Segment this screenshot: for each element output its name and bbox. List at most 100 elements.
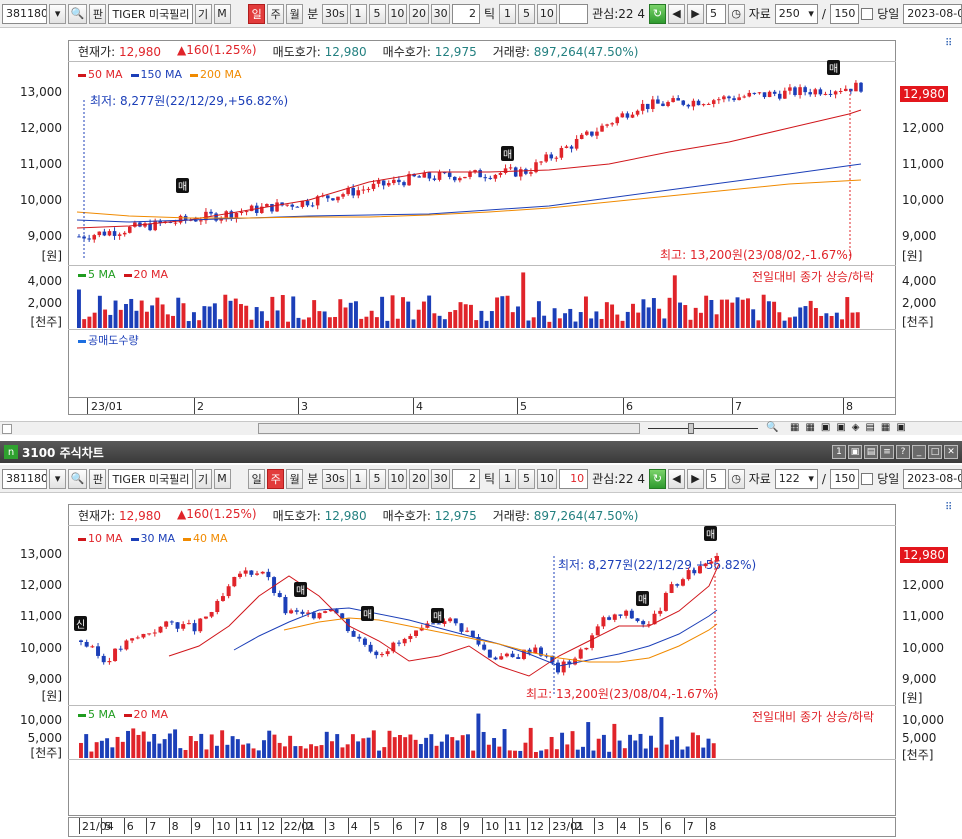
x-tick-label: 6 xyxy=(664,820,672,833)
tick-1-button[interactable]: 1 xyxy=(499,468,517,489)
chart-tools-icons[interactable]: ▦▦▣▣◈▤▦▣ xyxy=(790,422,912,433)
jump-input[interactable]: 5 xyxy=(706,468,726,489)
scroll-thumb[interactable] xyxy=(258,423,640,434)
m-button[interactable]: M xyxy=(213,468,231,489)
zoom-icon[interactable]: 🔍 xyxy=(766,422,778,433)
bottom-price-chart xyxy=(79,552,720,696)
zoom-slider-handle[interactable] xyxy=(688,423,694,434)
clock-icon[interactable]: ◷ xyxy=(727,468,745,489)
jump-input[interactable]: 5 xyxy=(706,3,726,24)
search-icon[interactable]: 🔍 xyxy=(68,468,88,489)
minute-20-button[interactable]: 20 xyxy=(409,468,429,489)
refresh-icon[interactable]: ↻ xyxy=(649,3,666,24)
chart-scrollbar[interactable]: 🔍 ▦▦▣▣◈▤▦▣ xyxy=(0,421,962,435)
period-day-button[interactable]: 일 xyxy=(248,468,266,489)
minute-1-button[interactable]: 1 xyxy=(349,3,367,24)
period-day-button[interactable]: 일 xyxy=(248,3,266,24)
volume-bar xyxy=(199,733,204,758)
candle xyxy=(709,561,714,564)
print-icon[interactable]: ▤ xyxy=(864,445,878,459)
volume-bar xyxy=(669,739,674,758)
tick-input[interactable]: 2 xyxy=(452,3,480,24)
candle xyxy=(539,161,543,163)
minute-30s-button[interactable]: 30s xyxy=(322,3,348,24)
volume-bar xyxy=(735,297,740,328)
maximize-icon[interactable]: □ xyxy=(928,445,942,459)
candle xyxy=(612,614,617,620)
gi-button[interactable]: 기 xyxy=(194,468,212,489)
tick-10-button[interactable]: 10 xyxy=(537,468,557,489)
volume-bar xyxy=(413,739,418,758)
candle xyxy=(107,661,112,663)
minute-30s-button[interactable]: 30s xyxy=(322,468,348,489)
stock-code-field[interactable]: 381180 xyxy=(2,3,48,24)
app-icon: n xyxy=(4,445,18,459)
chart-window-titlebar[interactable]: n 3100 주식차트 1 ▣ ▤ ≡ ? _ □ ✕ xyxy=(0,441,962,463)
refresh-icon[interactable]: ↻ xyxy=(649,468,666,489)
settings-icon[interactable]: ⠿ xyxy=(945,502,952,513)
date-field[interactable]: 2023-08-0 xyxy=(903,3,962,24)
minute-10-button[interactable]: 10 xyxy=(387,3,408,24)
volume-bar xyxy=(544,749,549,758)
tick-5-button[interactable]: 5 xyxy=(518,468,536,489)
fan-button[interactable]: 판 xyxy=(89,3,107,24)
link-icon[interactable]: 1 xyxy=(832,445,846,459)
candle xyxy=(697,566,702,574)
tick-5-button[interactable]: 5 xyxy=(518,3,536,24)
period-week-button[interactable]: 주 xyxy=(267,3,285,24)
data-count-select[interactable]: 250 ▾ xyxy=(774,3,818,24)
page-input[interactable]: 150 xyxy=(829,3,860,24)
volume-bar xyxy=(617,740,622,758)
minute-30-button[interactable]: 30 xyxy=(430,468,451,489)
same-day-checkbox[interactable] xyxy=(861,472,874,485)
fan-button[interactable]: 판 xyxy=(89,468,107,489)
tick-custom-input[interactable] xyxy=(558,3,589,24)
next-arrow-icon[interactable]: ▶ xyxy=(687,468,704,489)
volume-bar xyxy=(536,301,541,328)
tick-1-button[interactable]: 1 xyxy=(499,3,517,24)
same-day-checkbox[interactable] xyxy=(861,7,874,20)
stock-name-field[interactable]: TIGER 미국필리 xyxy=(108,3,193,24)
x-tick xyxy=(549,818,551,834)
tick-10-button[interactable]: 10 xyxy=(537,3,557,24)
minute-20-button[interactable]: 20 xyxy=(409,3,429,24)
settings-icon[interactable]: ⠿ xyxy=(945,38,952,49)
minimize-icon[interactable]: _ xyxy=(912,445,926,459)
m-button[interactable]: M xyxy=(213,3,231,24)
scroll-left-button[interactable] xyxy=(2,424,12,434)
page-input[interactable]: 150 xyxy=(829,468,860,489)
volume-bar xyxy=(808,300,813,328)
clock-icon[interactable]: ◷ xyxy=(727,3,745,24)
stock-name-field[interactable]: TIGER 미국필리 xyxy=(108,468,193,489)
minute-30-button[interactable]: 30 xyxy=(430,3,451,24)
stock-code-field[interactable]: 381180 xyxy=(2,468,48,489)
dropdown-arrow-icon[interactable]: ▾ xyxy=(49,3,67,24)
period-month-button[interactable]: 월 xyxy=(286,468,304,489)
volume-bar xyxy=(664,744,669,758)
help-icon[interactable]: ? xyxy=(896,445,910,459)
candle xyxy=(232,576,237,587)
period-month-button[interactable]: 월 xyxy=(286,3,304,24)
data-count-select[interactable]: 122 ▾ xyxy=(774,468,818,489)
period-week-button[interactable]: 주 xyxy=(267,468,285,489)
zoom-slider[interactable] xyxy=(648,428,758,429)
dropdown-arrow-icon[interactable]: ▾ xyxy=(49,468,67,489)
tick-input[interactable]: 2 xyxy=(452,468,480,489)
tick-custom-input[interactable]: 10 xyxy=(558,468,589,489)
minute-1-button[interactable]: 1 xyxy=(349,468,367,489)
date-field[interactable]: 2023-08-0 xyxy=(903,468,962,489)
minute-5-button[interactable]: 5 xyxy=(368,468,386,489)
volume-bar xyxy=(612,723,617,758)
gi-button[interactable]: 기 xyxy=(194,3,212,24)
prev-arrow-icon[interactable]: ◀ xyxy=(668,468,685,489)
y-label-right: 9,000 xyxy=(902,229,937,243)
search-icon[interactable]: 🔍 xyxy=(68,3,88,24)
settings-icon[interactable]: ≡ xyxy=(880,445,894,459)
volume-bar xyxy=(746,298,750,328)
close-icon[interactable]: ✕ xyxy=(944,445,958,459)
minute-5-button[interactable]: 5 xyxy=(368,3,386,24)
next-arrow-icon[interactable]: ▶ xyxy=(687,3,704,24)
prev-arrow-icon[interactable]: ◀ xyxy=(668,3,685,24)
save-icon[interactable]: ▣ xyxy=(848,445,862,459)
minute-10-button[interactable]: 10 xyxy=(387,468,408,489)
